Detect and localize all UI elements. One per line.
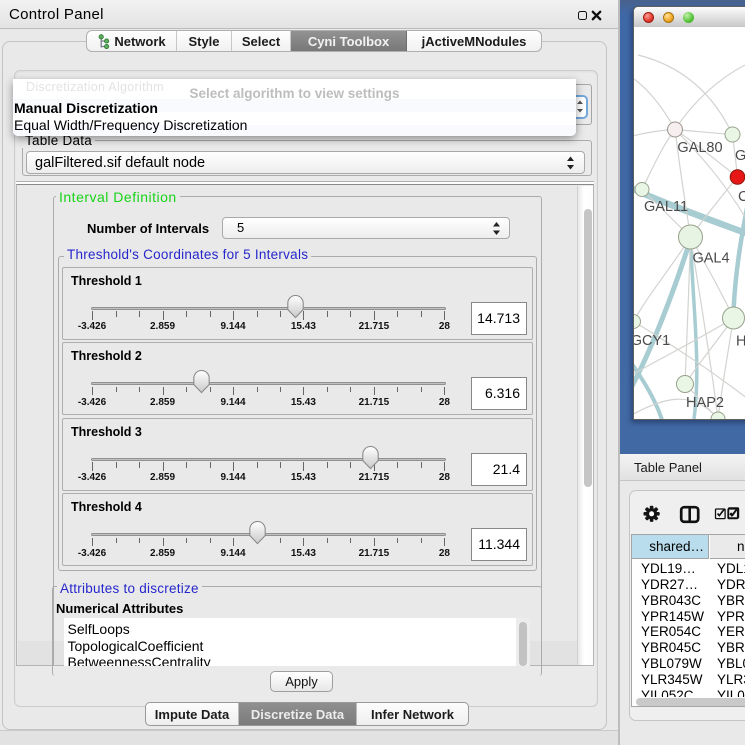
svg-text:GCY1: GCY1 xyxy=(634,333,670,349)
svg-text:HAP2: HAP2 xyxy=(686,395,724,411)
svg-text:C: C xyxy=(738,189,745,205)
svg-text:GAL11: GAL11 xyxy=(644,199,688,215)
svg-text:GAL4: GAL4 xyxy=(692,251,729,267)
svg-text:H: H xyxy=(736,334,745,350)
svg-text:GAL80: GAL80 xyxy=(677,140,722,156)
svg-text:GA: GA xyxy=(735,148,745,164)
